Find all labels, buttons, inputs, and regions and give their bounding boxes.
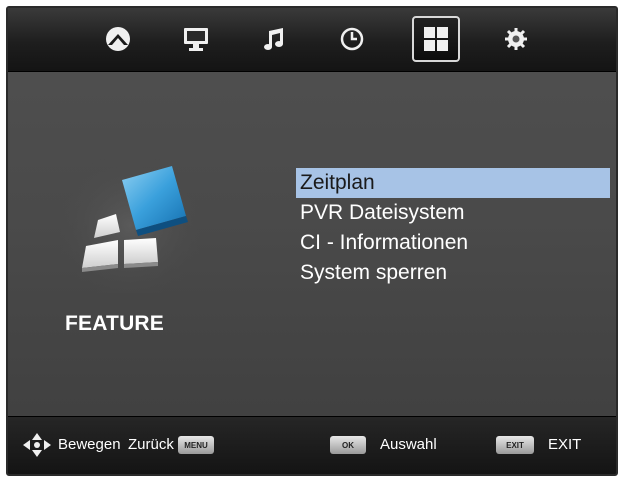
settings-gear-icon: [505, 28, 527, 50]
feature-icon: [60, 158, 200, 293]
menu-item-ci-informationen[interactable]: CI - Informationen: [296, 228, 610, 258]
menu-key-icon[interactable]: MENU: [178, 436, 214, 454]
tv-menu-screen: FEATURE Zeitplan PVR Dateisystem CI - In…: [6, 6, 618, 476]
ok-key-icon[interactable]: OK: [330, 436, 366, 454]
tab-feature[interactable]: [412, 16, 460, 62]
monitor-icon: [184, 28, 208, 51]
feature-menu: Zeitplan PVR Dateisystem CI - Informatio…: [296, 168, 610, 288]
tab-display[interactable]: [172, 16, 220, 62]
satellite-icon: [106, 27, 130, 51]
tab-setup[interactable]: [492, 16, 540, 62]
key-hint-bar: Bewegen Zurück MENU OK Auswahl EXIT EXIT: [8, 416, 616, 474]
select-hint-label: Auswahl: [380, 436, 437, 453]
move-hint-label: Bewegen: [58, 436, 121, 453]
clock-icon: [340, 27, 364, 51]
tab-time[interactable]: [328, 16, 376, 62]
menu-item-zeitplan[interactable]: Zeitplan: [296, 168, 610, 198]
exit-key-icon[interactable]: EXIT: [496, 436, 534, 454]
back-hint-label: Zurück: [128, 436, 174, 453]
tab-sound[interactable]: [250, 16, 298, 62]
exit-hint-label: EXIT: [548, 436, 582, 453]
navigation-arrows-icon: [23, 433, 51, 457]
section-title: FEATURE: [65, 312, 165, 335]
tab-picture[interactable]: [94, 16, 142, 62]
feature-grid-icon: [424, 27, 448, 51]
category-tab-bar: [8, 8, 616, 72]
menu-item-system-sperren[interactable]: System sperren: [296, 258, 610, 288]
menu-item-pvr-dateisystem[interactable]: PVR Dateisystem: [296, 198, 610, 228]
music-note-icon: [264, 28, 283, 50]
